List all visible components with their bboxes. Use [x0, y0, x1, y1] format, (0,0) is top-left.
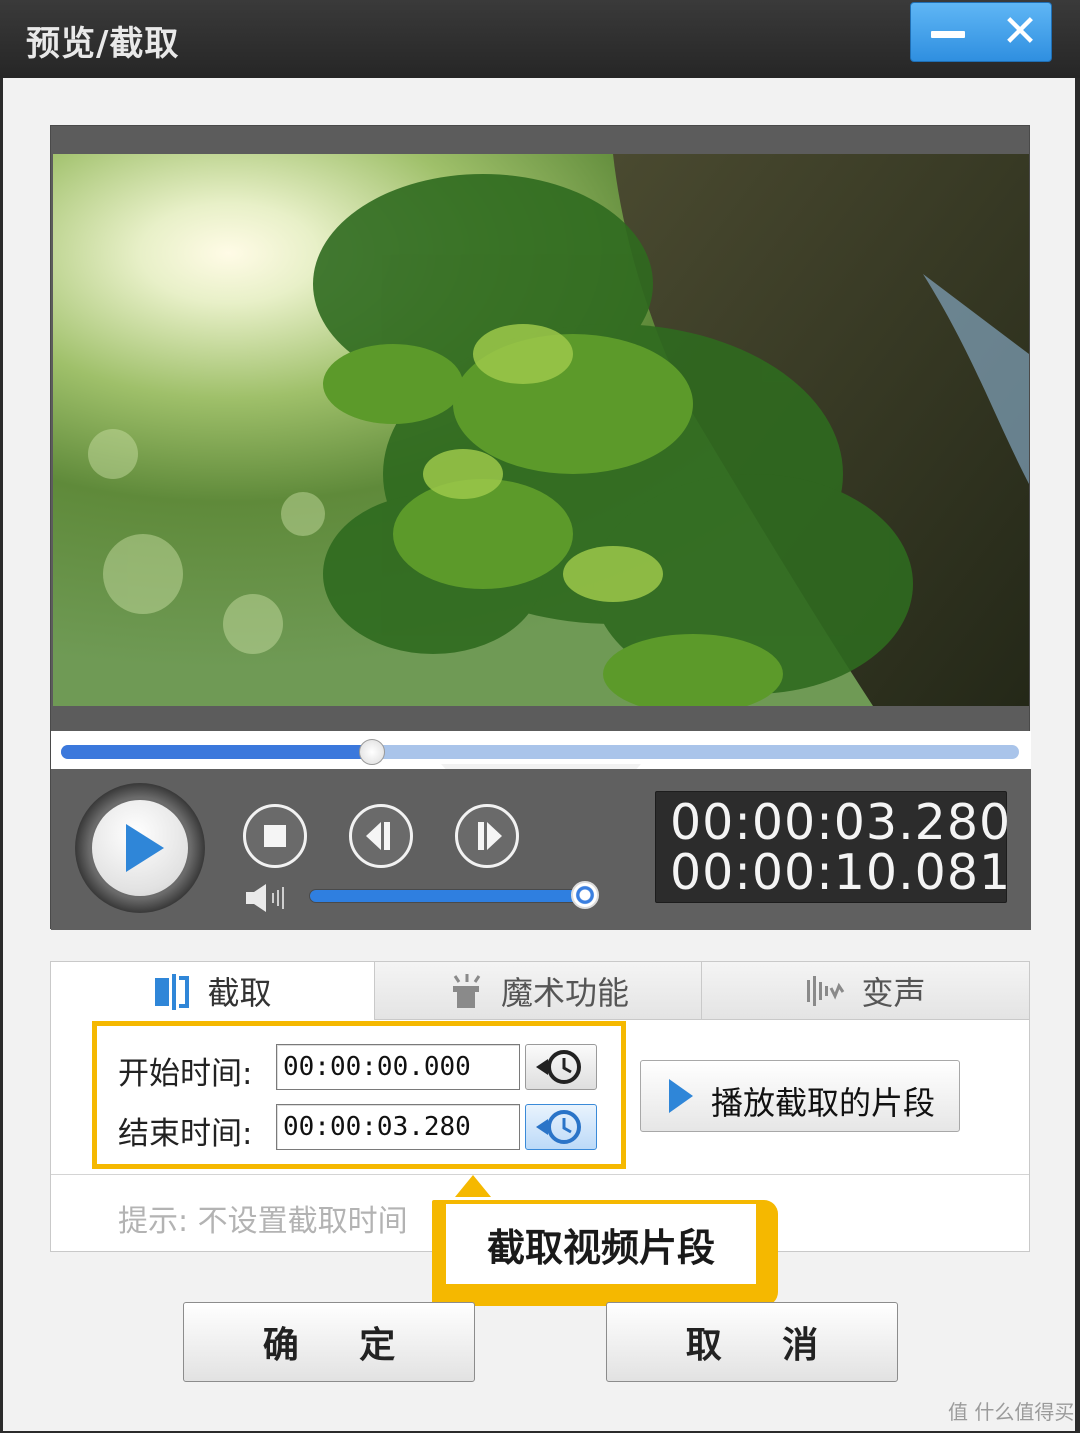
total-time: 00:00:10.081: [670, 844, 1012, 901]
watermark-logo: 值 什么值得买: [948, 1400, 1075, 1424]
play-icon: [669, 1079, 693, 1113]
start-time-label: 开始时间:: [118, 1056, 253, 1092]
video-thumbnail-image: [53, 154, 1029, 706]
play-button[interactable]: [75, 783, 205, 913]
callout-text: 截取视频片段: [446, 1204, 756, 1284]
minimize-icon[interactable]: [925, 15, 975, 51]
preview-cut-dialog: 预览/截取 ✕ 00:00:03.280 00:00:10.081 截取 魔术功…: [0, 0, 1080, 1433]
callout-pointer: [455, 1175, 491, 1197]
tab-cut[interactable]: 截取: [51, 962, 375, 1020]
clock-arrow-icon: [536, 1110, 581, 1144]
hint-text: 提示: 不设置截取时间: [118, 1204, 408, 1239]
set-end-time-button[interactable]: [525, 1104, 597, 1150]
title-bar[interactable]: 预览/截取 ✕: [0, 0, 1080, 78]
play-segment-label: 播放截取的片段: [711, 1084, 936, 1122]
callout-box: 截取视频片段: [432, 1200, 778, 1306]
cancel-button[interactable]: 取 消: [606, 1302, 898, 1382]
progress-track[interactable]: [61, 739, 1019, 765]
set-start-time-button[interactable]: [525, 1044, 597, 1090]
volume-slider[interactable]: [309, 889, 587, 903]
tab-voice-change[interactable]: 变声: [702, 962, 1029, 1020]
start-time-field[interactable]: 00:00:00.000: [276, 1044, 520, 1090]
divider: [51, 1174, 1029, 1175]
stop-button[interactable]: [243, 804, 307, 868]
end-time-field[interactable]: 00:00:03.280: [276, 1104, 520, 1150]
tab-magic-label: 魔术功能: [500, 973, 629, 1012]
progress-fill: [61, 745, 373, 759]
previous-frame-button[interactable]: [349, 804, 413, 868]
close-icon[interactable]: ✕: [995, 9, 1045, 55]
play-segment-button[interactable]: 播放截取的片段: [640, 1060, 960, 1132]
tab-magic[interactable]: 魔术功能: [375, 962, 702, 1020]
time-display: 00:00:03.280 00:00:10.081: [655, 791, 1012, 903]
control-bar: 00:00:03.280 00:00:10.081: [51, 769, 1031, 930]
progress-knob[interactable]: [359, 739, 386, 765]
tab-voice-change-label: 变声: [861, 973, 926, 1012]
video-frame[interactable]: [53, 154, 1029, 706]
volume-icon[interactable]: [244, 881, 294, 915]
current-time: 00:00:03.280: [670, 794, 1012, 851]
tab-cut-label: 截取: [207, 974, 272, 1012]
magic-hat-icon: [452, 973, 481, 1008]
voice-wave-icon: [807, 975, 845, 1006]
next-frame-button[interactable]: [455, 804, 519, 868]
window-title: 预览/截取: [26, 24, 180, 64]
step-forward-icon: [478, 822, 502, 850]
end-time-label: 结束时间:: [118, 1116, 253, 1152]
cut-icon: [155, 974, 190, 1010]
step-back-icon: [366, 822, 390, 850]
ok-button[interactable]: 确 定: [183, 1302, 475, 1382]
play-icon: [126, 824, 164, 872]
stop-icon: [264, 825, 286, 847]
volume-knob[interactable]: [571, 881, 599, 909]
clock-arrow-icon: [536, 1050, 581, 1084]
window-buttons: ✕: [910, 2, 1052, 62]
video-player: 00:00:03.280 00:00:10.081: [50, 125, 1031, 930]
